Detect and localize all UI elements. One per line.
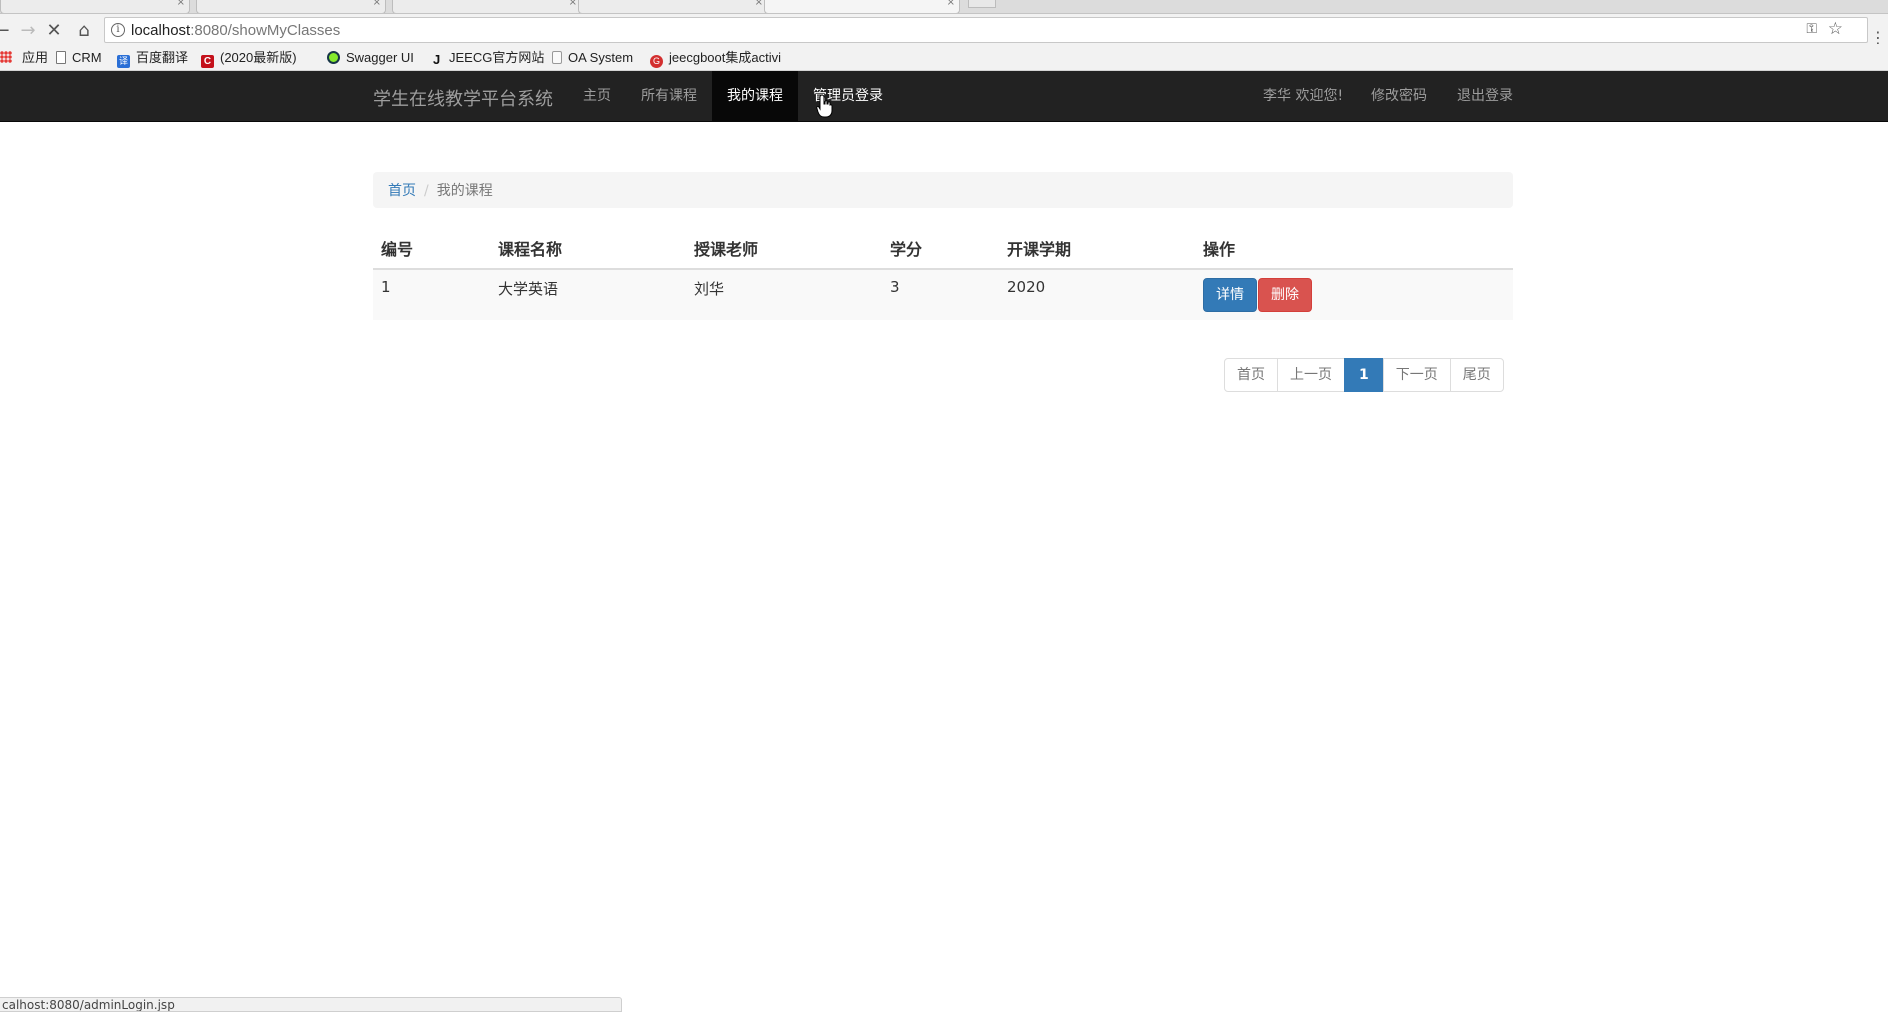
table-row: 1 大学英语 刘华 3 2020 详情 删除	[373, 268, 1513, 320]
pagination-last[interactable]: 尾页	[1449, 358, 1504, 392]
cell-teacher: 刘华	[686, 268, 882, 320]
pagination-current-page[interactable]: 1	[1344, 358, 1384, 392]
address-url[interactable]: localhost:8080/showMyClasses	[131, 22, 340, 39]
close-icon[interactable]: ×	[373, 0, 381, 8]
bookmark-oa-system[interactable]: OA System	[552, 48, 633, 68]
back-arrow-icon[interactable]: ←	[0, 19, 14, 43]
close-icon[interactable]: ×	[177, 0, 185, 8]
browser-menu-icon[interactable]: ⋮	[1870, 30, 1886, 46]
key-icon[interactable]: ⚿	[1806, 21, 1817, 37]
nav-link-all-courses[interactable]: 所有课程	[626, 71, 712, 121]
baidu-translate-icon: 译	[117, 55, 130, 68]
nav-link-home[interactable]: 主页	[568, 71, 626, 121]
column-header-actions: 操作	[1195, 228, 1513, 270]
bookmark-swagger[interactable]: Swagger UI	[327, 48, 414, 68]
status-bar-url: calhost:8080/adminLogin.jsp	[0, 997, 622, 1012]
cell-actions: 详情 删除	[1195, 268, 1513, 320]
column-header-credit: 学分	[882, 228, 999, 270]
column-header-id: 编号	[373, 228, 490, 270]
column-header-term: 开课学期	[999, 228, 1195, 270]
breadcrumb: 首页 / 我的课程	[373, 172, 1513, 208]
bookmarks-bar: 应用 CRM 译百度翻译 C (2020最新版) Swagger UI J JEEC…	[0, 44, 1888, 71]
browser-tab[interactable]: ×	[196, 0, 386, 13]
stop-loading-icon[interactable]: ✕	[42, 19, 66, 43]
browser-tab[interactable]: ×	[392, 0, 582, 13]
c-logo-icon: C	[201, 55, 214, 68]
cell-id: 1	[373, 268, 490, 320]
bookmark-jeecg[interactable]: J JEECG官方网站	[433, 48, 544, 68]
nav-link-my-courses[interactable]: 我的课程	[712, 71, 798, 121]
close-icon[interactable]: ×	[569, 0, 577, 8]
cell-credit: 3	[882, 268, 999, 320]
delete-button[interactable]: 删除	[1258, 278, 1312, 312]
jeecg-icon: J	[433, 52, 441, 67]
forward-arrow-icon[interactable]: →	[16, 19, 40, 43]
new-tab-button[interactable]	[968, 0, 996, 8]
hand-cursor-icon	[816, 94, 833, 118]
address-bar[interactable]: i localhost:8080/showMyClasses ⚿ ☆	[104, 17, 1868, 43]
logout-link[interactable]: 退出登录	[1442, 71, 1528, 121]
info-icon[interactable]: i	[111, 23, 125, 37]
close-icon[interactable]: ×	[947, 0, 955, 8]
pagination-first[interactable]: 首页	[1224, 358, 1278, 392]
cell-course-name: 大学英语	[490, 268, 686, 320]
browser-tab-strip: × × × × ×	[0, 0, 1888, 14]
change-password-link[interactable]: 修改密码	[1356, 71, 1442, 121]
nav-link-admin-login[interactable]: 管理员登录	[798, 71, 898, 121]
app-navbar: 学生在线教学平台系统 主页 所有课程 我的课程 管理员登录 李华 欢迎您! 修改…	[0, 71, 1888, 122]
bookmark-crm[interactable]: CRM	[56, 48, 102, 68]
page-icon	[56, 51, 66, 64]
swagger-icon	[327, 51, 340, 64]
bookmark-2020[interactable]: C (2020最新版)	[201, 48, 297, 68]
column-header-course-name: 课程名称	[490, 228, 686, 270]
home-icon[interactable]: ⌂	[72, 19, 96, 43]
browser-tab[interactable]: ×	[578, 0, 768, 13]
pagination-prev[interactable]: 上一页	[1277, 358, 1345, 392]
page-icon	[552, 51, 562, 64]
apps-icon	[0, 51, 12, 63]
bookmark-baidu-translate[interactable]: 译百度翻译	[117, 48, 188, 68]
user-greeting[interactable]: 李华 欢迎您!	[1248, 71, 1358, 121]
breadcrumb-current: 我的课程	[436, 183, 493, 199]
table-header-row: 编号 课程名称 授课老师 学分 开课学期 操作	[373, 228, 1513, 270]
star-icon[interactable]: ☆	[1828, 19, 1843, 39]
cell-term: 2020	[999, 268, 1195, 320]
pagination: 首页 上一页 1 下一页 尾页	[1224, 358, 1504, 392]
bookmark-jeecgboot[interactable]: Gjeecgboot集成activi	[650, 48, 788, 68]
detail-button[interactable]: 详情	[1203, 278, 1257, 312]
pagination-next[interactable]: 下一页	[1382, 358, 1451, 392]
browser-tab-active[interactable]: ×	[764, 0, 960, 13]
browser-tab[interactable]: ×	[0, 0, 190, 13]
close-icon[interactable]: ×	[755, 0, 763, 8]
app-brand[interactable]: 学生在线教学平台系统	[373, 85, 553, 111]
breadcrumb-separator: /	[424, 183, 429, 199]
breadcrumb-home-link[interactable]: 首页	[388, 183, 416, 199]
bookmark-apps[interactable]: 应用	[0, 48, 48, 68]
jeecgboot-icon: G	[650, 55, 663, 68]
my-courses-table: 编号 课程名称 授课老师 学分 开课学期 操作 1 大学英语 刘华 3 2020…	[373, 228, 1513, 320]
column-header-teacher: 授课老师	[686, 228, 882, 270]
